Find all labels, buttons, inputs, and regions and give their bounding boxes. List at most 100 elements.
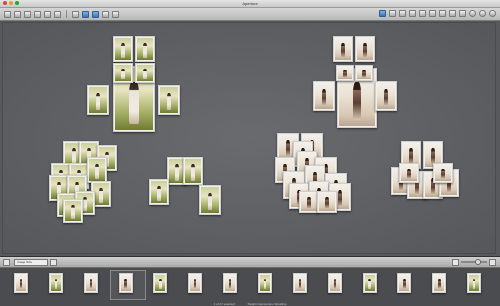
filmstrip-thumbnail[interactable] [48,273,63,293]
photo-thumbnail[interactable] [113,63,133,83]
subject-figure [263,278,267,290]
retouch-icon[interactable] [449,10,456,17]
filmstrip-thumbnail[interactable] [432,273,447,293]
photo-image [93,183,109,205]
filmstrip-item[interactable] [76,271,111,299]
photo-thumbnail[interactable] [183,157,203,185]
filmstrip-item[interactable] [109,270,147,300]
list-view-icon[interactable] [452,259,459,266]
thumbnail-size-slider[interactable] [461,259,487,265]
subject-figure [175,164,179,181]
filmstrip-item[interactable] [41,271,76,299]
web-icon[interactable] [34,10,41,18]
subject-figure [407,168,411,180]
viewer-icon[interactable] [92,10,99,18]
redeye-icon[interactable] [429,10,436,17]
hud-icon[interactable] [469,10,476,17]
photo-thumbnail[interactable] [135,36,155,62]
split-icon[interactable] [102,10,109,18]
slider-knob[interactable] [475,259,481,265]
photo-thumbnail[interactable] [158,85,180,115]
photo-thumbnail[interactable] [113,36,133,62]
photo-thumbnail[interactable] [336,65,354,81]
compare-icon[interactable] [112,10,119,18]
filmstrip-thumbnail[interactable] [83,273,98,293]
photo-image [434,275,445,291]
crop-icon[interactable] [409,10,416,17]
filmstrip-thumbnail[interactable] [327,273,342,293]
import-icon[interactable] [4,10,11,18]
photo-thumbnail[interactable] [199,185,221,215]
filmstrip-thumbnail[interactable] [188,273,203,293]
loupe-icon[interactable] [459,10,466,17]
grid-view-icon[interactable] [3,259,10,266]
subject-figure [383,88,389,107]
photo-image [294,275,305,291]
photo-thumbnail[interactable] [313,81,335,111]
subject-figure [121,68,125,80]
filmstrip-thumbnail[interactable] [223,273,238,293]
filmstrip-item[interactable] [320,271,355,299]
email-icon[interactable] [24,10,31,18]
photo-thumbnail[interactable] [63,199,83,223]
filmstrip-thumbnail[interactable] [153,273,168,293]
filmstrip-item[interactable] [215,271,250,299]
filmstrip-thumbnail[interactable] [118,273,133,293]
stamp-icon[interactable] [399,10,406,17]
photo-thumbnail[interactable] [87,157,107,183]
subject-figure [89,278,92,290]
image-size-field[interactable]: Image Size [14,259,48,266]
filmstrip-item[interactable] [355,271,390,299]
select-icon[interactable] [379,10,386,17]
photo-image [151,181,167,203]
filmstrip-item[interactable] [250,271,285,299]
photo-image [120,275,131,291]
photo-thumbnail[interactable] [375,81,397,111]
straighten-icon[interactable] [419,10,426,17]
photo-thumbnail[interactable] [333,36,353,62]
photo-image [89,159,105,181]
filmstrip-item[interactable] [285,271,320,299]
inspector-icon[interactable] [479,10,486,17]
filmstrip-item[interactable] [424,271,459,299]
filmstrip-item[interactable] [145,271,180,299]
subject-figure [337,190,343,207]
photo-thumbnail[interactable] [135,63,155,83]
photo-thumbnail[interactable] [87,85,109,115]
print-icon[interactable] [54,10,61,18]
photo-thumbnail[interactable] [299,191,319,213]
filmstrip-item[interactable] [459,271,494,299]
filmstrip-thumbnail[interactable] [292,273,307,293]
photo-image [225,275,236,291]
light-table-canvas[interactable] [2,22,496,254]
filmstrip-thumbnail[interactable] [14,273,28,293]
photo-image [329,275,340,291]
lift-icon[interactable] [389,10,396,17]
search-icon[interactable] [489,259,496,266]
filmstrip-item[interactable] [389,271,424,299]
book-icon[interactable] [44,10,51,18]
photo-thumbnail[interactable] [433,163,453,183]
photo-image [399,275,410,291]
photo-thumbnail[interactable] [355,65,373,81]
spot-icon[interactable] [439,10,446,17]
filmstrip-thumbnail[interactable] [362,273,377,293]
info-icon[interactable] [489,10,496,17]
filmstrip-thumbnail[interactable] [397,273,412,293]
filmstrip-item[interactable] [180,271,215,299]
subject-figure [129,81,139,124]
photo-thumbnail[interactable] [399,163,419,183]
filmstrip-thumbnail[interactable] [467,273,482,293]
subject-figure [228,278,232,290]
browser-icon[interactable] [82,10,89,18]
filmstrip-thumbnail[interactable] [258,273,273,293]
new-icon[interactable] [14,10,21,18]
photo-thumbnail[interactable] [149,179,169,205]
photo-thumbnail[interactable] [317,191,337,213]
view-toggle-icon[interactable] [72,10,79,18]
toolbar-separator [66,10,67,18]
photo-thumbnail[interactable] [355,36,375,62]
subject-figure [325,196,329,210]
filter-icon[interactable] [50,259,57,266]
filmstrip-item[interactable] [6,271,41,299]
